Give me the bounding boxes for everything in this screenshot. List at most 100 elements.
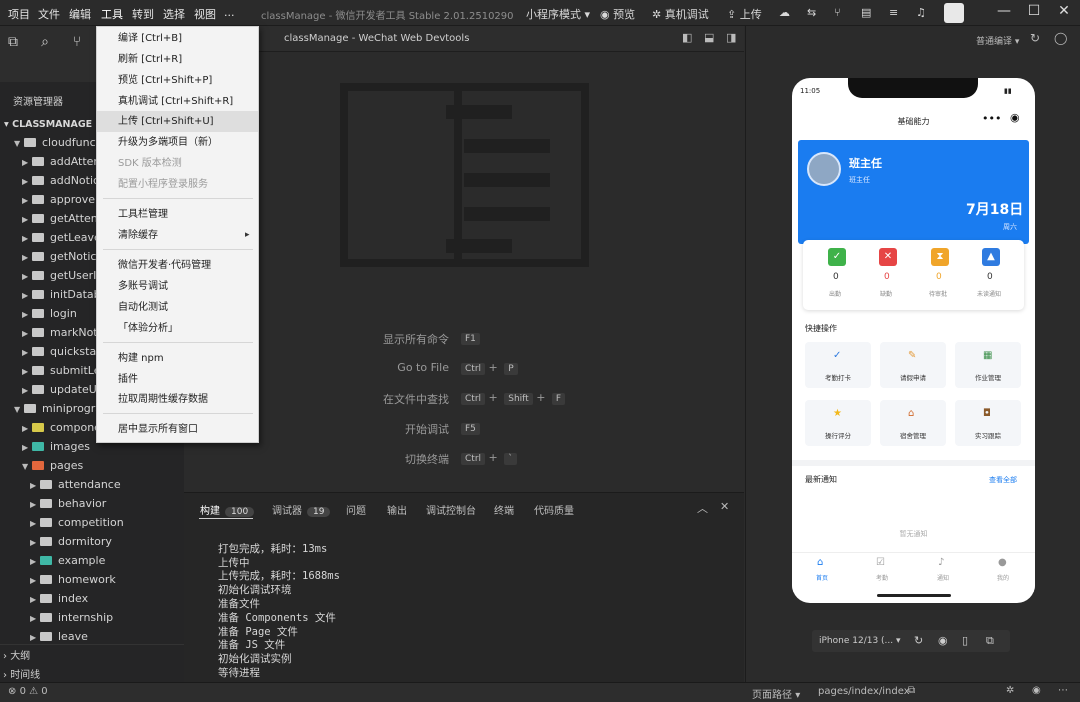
menu-item-toolbar-manage[interactable]: 工具栏管理: [97, 204, 258, 225]
tab-build[interactable]: 构建 100: [200, 502, 255, 517]
tree-item[interactable]: ▶ homework: [0, 570, 184, 589]
eye-icon[interactable]: ◉: [1032, 685, 1041, 696]
problems-indicator[interactable]: ⊗ 0 ⚠ 0: [8, 686, 48, 697]
search-icon[interactable]: ⌕: [33, 34, 57, 56]
menu-item-upgrade-multi[interactable]: 升级为多端项目（新）: [97, 132, 258, 153]
menu-item-sdk-check[interactable]: SDK 版本检测: [97, 153, 258, 174]
more-icon[interactable]: ⋯: [1058, 685, 1068, 696]
tree-item[interactable]: ▶ internship: [0, 608, 184, 627]
menu-item-code-manage[interactable]: 微信开发者·代码管理: [97, 255, 258, 276]
menu-item-preview[interactable]: 预览 [Ctrl+Shift+P]: [97, 70, 258, 91]
split-right-icon[interactable]: ◨: [726, 31, 736, 44]
tab-code-quality[interactable]: 代码质量: [534, 502, 574, 517]
tree-item[interactable]: ▶ attendance: [0, 475, 184, 494]
cloud-icon[interactable]: ☁: [779, 6, 790, 19]
tree-item[interactable]: ▶ dormitory: [0, 532, 184, 551]
tree-item[interactable]: ▶ leave: [0, 627, 184, 644]
copy-icon[interactable]: ⧉: [908, 685, 915, 696]
tab-terminal[interactable]: 终端: [494, 502, 514, 517]
explorer-root[interactable]: ▾ CLASSMANAGE: [4, 119, 92, 130]
source-control-icon[interactable]: ⑂: [65, 34, 89, 56]
user-icon[interactable]: ●: [998, 557, 1007, 568]
tree-item-pages[interactable]: ▼ pages: [0, 456, 184, 475]
branch-icon[interactable]: ⑂: [834, 6, 841, 19]
menu-project[interactable]: 项目: [8, 6, 30, 22]
tab-debugger[interactable]: 调试器 19: [272, 502, 331, 517]
record-icon[interactable]: ◉: [938, 634, 948, 647]
menu-goto[interactable]: 转到: [132, 6, 154, 22]
menu-item-real-debug[interactable]: 真机调试 [Ctrl+Shift+R]: [97, 91, 258, 112]
menu-item-clear-cache[interactable]: 清除缓存 ▸: [97, 225, 258, 246]
path-select[interactable]: 页面路径 ▾: [752, 686, 800, 701]
bell-icon[interactable]: ♫: [916, 6, 926, 19]
menu-item-compile[interactable]: 编译 [Ctrl+B]: [97, 28, 258, 49]
swap-icon[interactable]: ⇆: [807, 6, 816, 19]
menu-item-login-service[interactable]: 配置小程序登录服务: [97, 174, 258, 195]
tree-item[interactable]: ▶ index: [0, 589, 184, 608]
files-icon[interactable]: ⧉: [1, 34, 25, 56]
target-icon[interactable]: ◉: [1010, 111, 1020, 124]
tab-home[interactable]: 首页: [810, 573, 834, 582]
menu-select[interactable]: 选择: [163, 6, 185, 22]
tab-debug-console[interactable]: 调试控制台: [426, 502, 476, 517]
menu-item-plugins[interactable]: 插件: [97, 369, 258, 390]
detach-icon[interactable]: ⧉: [986, 634, 994, 648]
split-left-icon[interactable]: ◧: [682, 31, 692, 44]
panel-toggle-icon[interactable]: ⬓: [704, 31, 714, 44]
menu-item-experience[interactable]: 「体验分析」: [97, 318, 258, 339]
close-panel-icon[interactable]: ✕: [720, 500, 729, 513]
tab-mine[interactable]: 我的: [991, 573, 1015, 582]
menu-item-pull-cache[interactable]: 拉取周期性缓存数据: [97, 389, 258, 410]
mode-select[interactable]: 小程序模式 ▾: [526, 6, 590, 22]
view-all-link[interactable]: 查看全部: [989, 475, 1017, 485]
bug-icon[interactable]: ✲: [1006, 685, 1014, 696]
outline-section[interactable]: › 大纲: [3, 647, 30, 662]
phone-icon[interactable]: ▯: [962, 634, 968, 647]
tab-problems[interactable]: 问题: [346, 502, 366, 517]
quick-item[interactable]: ✓ 考勤打卡: [805, 342, 871, 388]
chevron-up-icon[interactable]: ︿: [697, 500, 708, 516]
list-menu-icon[interactable]: ≡: [889, 6, 898, 19]
tree-item[interactable]: ▶ behavior: [0, 494, 184, 513]
menu-file[interactable]: 文件: [38, 6, 60, 22]
chevron-right-icon: ›: [3, 670, 7, 681]
quick-item[interactable]: ◘ 实习跟踪: [955, 400, 1021, 446]
avatar[interactable]: [944, 3, 964, 23]
maximize-icon[interactable]: ☐: [1024, 3, 1044, 23]
quick-item[interactable]: ✎ 请假申请: [880, 342, 946, 388]
quick-item[interactable]: ▦ 作业管理: [955, 342, 1021, 388]
menu-item-refresh[interactable]: 刷新 [Ctrl+R]: [97, 49, 258, 70]
home-icon[interactable]: ⌂: [817, 557, 823, 568]
refresh-icon[interactable]: ↻: [1030, 31, 1040, 45]
tab-output[interactable]: 输出: [387, 502, 407, 517]
close-icon[interactable]: ✕: [1054, 3, 1074, 23]
tree-item[interactable]: ▶ example: [0, 551, 184, 570]
quick-item[interactable]: ⌂ 宿舍管理: [880, 400, 946, 446]
tab-notice[interactable]: 通知: [931, 573, 955, 582]
upload-button[interactable]: ⇪ 上传: [727, 6, 762, 22]
menu-item-upload[interactable]: 上传 [Ctrl+Shift+U]: [97, 111, 258, 132]
menu-tools[interactable]: 工具: [101, 6, 123, 22]
checklist-icon[interactable]: ☑: [876, 557, 885, 568]
minimize-icon[interactable]: —: [994, 3, 1014, 23]
menu-edit[interactable]: 编辑: [69, 6, 91, 22]
tab-attendance[interactable]: 考勤: [870, 573, 894, 582]
menu-item-auto-test[interactable]: 自动化测试: [97, 297, 258, 318]
quick-item[interactable]: ★ 操行评分: [805, 400, 871, 446]
compile-mode-select[interactable]: 普通编译 ▾: [976, 34, 1019, 47]
tree-item[interactable]: ▶ competition: [0, 513, 184, 532]
menu-view[interactable]: 视图: [194, 6, 216, 22]
real-debug-button[interactable]: ✲ 真机调试: [652, 6, 709, 22]
rotate-icon[interactable]: ↻: [914, 634, 923, 647]
menu-item-multi-account[interactable]: 多账号调试: [97, 276, 258, 297]
menu-more[interactable]: ...: [224, 6, 235, 19]
timeline-section[interactable]: › 时间线: [3, 666, 40, 681]
device-select[interactable]: iPhone 12/13 (... ▾: [819, 636, 901, 646]
preview-button[interactable]: ◉ 预览: [600, 6, 635, 22]
menu-item-build-npm[interactable]: 构建 npm: [97, 348, 258, 369]
menu-item-center-windows[interactable]: 居中显示所有窗口: [97, 419, 258, 440]
more-dots-icon[interactable]: •••: [982, 112, 1001, 125]
layout-icon[interactable]: ▤: [861, 6, 871, 19]
stop-icon[interactable]: ◯: [1054, 31, 1067, 45]
bell-icon[interactable]: ♪: [938, 557, 944, 568]
